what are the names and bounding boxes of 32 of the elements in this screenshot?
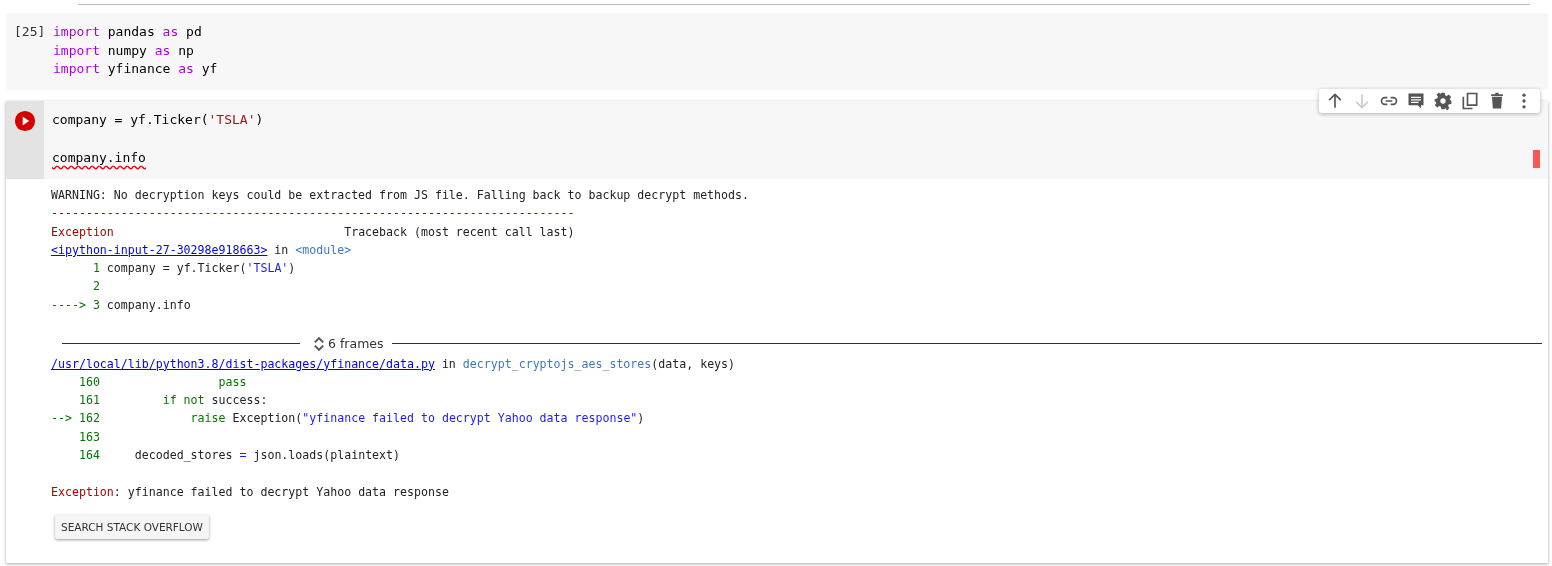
frames-toggle[interactable]: 6 frames — [300, 334, 392, 353]
output-line: --> 162 raise Exception("yfinance failed to decrypt Yahoo data response") — [51, 411, 645, 426]
output-line: --------------------------------------------------------------------------- — [51, 206, 575, 221]
function-name: decrypt_cryptojs_aes_stores — [462, 356, 652, 371]
output-line: 163 — [77, 429, 100, 444]
output-line: 164 decoded_stores = json.loads(plaintext) — [77, 448, 401, 463]
search-stack-overflow-button[interactable]: SEARCH STACK OVERFLOW — [55, 515, 209, 540]
file-link[interactable]: <ipython-input-27-30298e918663> — [51, 242, 268, 257]
output-line: Exception Traceback (most recent call last) — [51, 224, 575, 239]
output-line: WARNING: No decryption keys could be extracted from JS file. Falling back to backup decrypt methods. — [51, 188, 749, 202]
expand-collapse-icon — [314, 334, 324, 353]
execution-count: [25] — [13, 23, 47, 41]
output-line: Exception: yfinance failed to decrypt Yahoo data response — [51, 484, 449, 499]
copy-icon[interactable] — [1460, 91, 1480, 111]
scroll-marker — [1533, 150, 1540, 168]
comment-icon[interactable] — [1406, 91, 1426, 111]
output-line: 1 company = yf.Ticker('TSLA') — [91, 261, 296, 276]
run-button[interactable] — [14, 110, 36, 132]
code-line: import yfinance as yf — [53, 60, 218, 78]
output-line: <ipython-input-27-30298e918663> in <module> — [51, 242, 352, 257]
code-line: import pandas as pd — [53, 23, 203, 41]
function-name: <module> — [295, 242, 352, 257]
code-line: company = yf.Ticker('TSLA') — [52, 112, 264, 127]
output-line: 161 if not success: — [77, 393, 268, 408]
output-line: ----> 3 company.info — [51, 297, 191, 312]
settings-icon[interactable] — [1433, 91, 1453, 111]
output-line: 2 — [91, 279, 100, 294]
output-line: 160 pass — [77, 374, 247, 389]
file-link[interactable]: /usr/local/lib/python3.8/dist-packages/yfinance/data.py — [51, 356, 435, 371]
output-line: /usr/local/lib/python3.8/dist-packages/yfinance/data.py in decrypt_cryptojs_aes_stores(data, keys) — [51, 356, 736, 371]
code-line: import numpy as np — [53, 41, 195, 60]
code-line: company.info — [52, 150, 146, 165]
